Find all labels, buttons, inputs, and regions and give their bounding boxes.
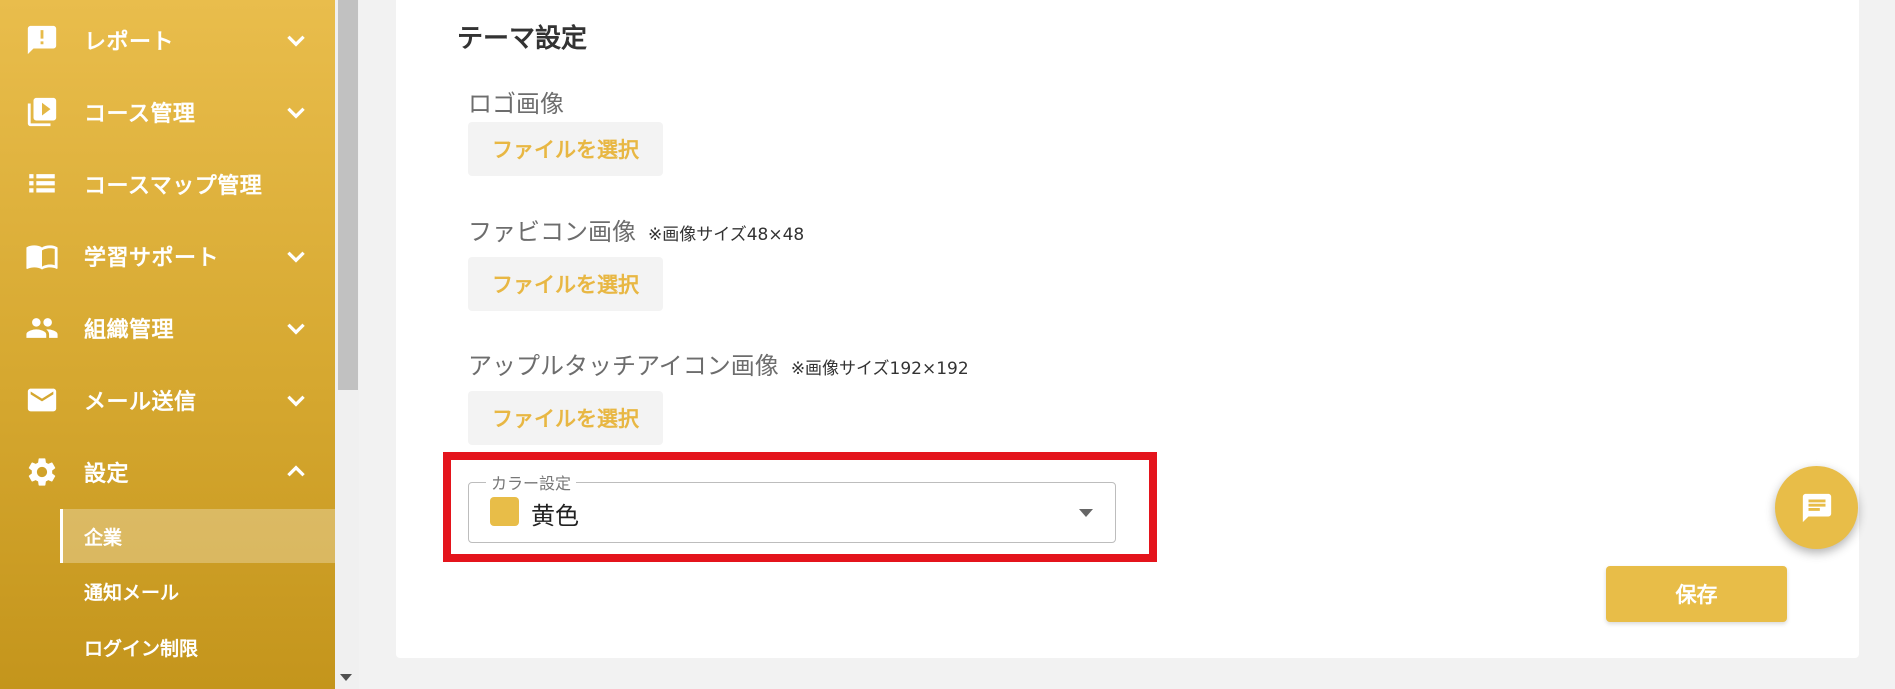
- mail-icon: [24, 382, 60, 418]
- chevron-down-icon: [283, 99, 309, 125]
- chevron-down-icon: [283, 315, 309, 341]
- favicon-label: ファビコン画像 ※画像サイズ48×48: [468, 212, 804, 247]
- chat-button[interactable]: [1775, 466, 1858, 549]
- logo-label: ロゴ画像: [468, 84, 564, 119]
- report-icon: [24, 22, 60, 58]
- sidebar-item-settings[interactable]: 設定: [0, 447, 335, 497]
- favicon-file-button[interactable]: ファイルを選択: [468, 257, 663, 311]
- color-select-value: 黄色: [531, 502, 579, 530]
- chevron-down-icon: [283, 27, 309, 53]
- dropdown-arrow-icon[interactable]: [1079, 509, 1093, 517]
- touch-icon-size-note: ※画像サイズ192×192: [790, 359, 969, 379]
- sidebar-item-label: コースマップ管理: [84, 174, 263, 199]
- chevron-up-icon: [283, 459, 309, 485]
- book-icon: [24, 238, 60, 274]
- sidebar-subitem-notification-mail[interactable]: 通知メール: [60, 564, 335, 618]
- sidebar-item-course[interactable]: コース管理: [0, 87, 335, 137]
- sidebar: レポート コース管理 コースマップ管理 学習サポート 組織管理 メール送信 設定…: [0, 0, 335, 689]
- play-library-icon: [24, 94, 60, 130]
- list-icon: [24, 166, 60, 202]
- touch-icon-label: アップルタッチアイコン画像 ※画像サイズ192×192: [468, 346, 969, 381]
- sidebar-subitem-login-restriction[interactable]: ログイン制限: [60, 620, 335, 674]
- sidebar-item-label: レポート: [84, 30, 175, 55]
- chevron-down-icon: [283, 387, 309, 413]
- sidebar-item-label: メール送信: [84, 390, 197, 415]
- section-title: テーマ設定: [457, 24, 588, 54]
- people-icon: [24, 310, 60, 346]
- save-button[interactable]: 保存: [1606, 566, 1787, 622]
- sidebar-item-learning-support[interactable]: 学習サポート: [0, 231, 335, 281]
- touch-icon-file-button[interactable]: ファイルを選択: [468, 391, 663, 445]
- sidebar-item-coursemap[interactable]: コースマップ管理: [0, 159, 335, 209]
- scroll-down-arrow-icon[interactable]: [340, 674, 352, 681]
- logo-file-button[interactable]: ファイルを選択: [468, 122, 663, 176]
- sidebar-item-label: コース管理: [84, 102, 196, 127]
- gear-icon: [24, 454, 60, 490]
- sidebar-item-organization[interactable]: 組織管理: [0, 303, 335, 353]
- color-select-label: カラー設定: [486, 470, 577, 494]
- logo-label-text: ロゴ画像: [468, 90, 564, 118]
- chat-icon: [1802, 493, 1831, 522]
- sidebar-item-mail[interactable]: メール送信: [0, 375, 335, 425]
- scrollbar-thumb[interactable]: [338, 0, 358, 390]
- sidebar-subitem-company[interactable]: 企業: [60, 509, 335, 563]
- favicon-size-note: ※画像サイズ48×48: [648, 225, 805, 245]
- color-swatch: [490, 497, 519, 526]
- touch-icon-label-text: アップルタッチアイコン画像: [468, 352, 779, 380]
- sidebar-item-label: 組織管理: [84, 318, 175, 343]
- favicon-label-text: ファビコン画像: [468, 218, 636, 246]
- sidebar-item-label: 設定: [84, 462, 130, 487]
- sidebar-item-label: 学習サポート: [84, 246, 220, 271]
- chevron-down-icon: [283, 243, 309, 269]
- sidebar-item-report[interactable]: レポート: [0, 15, 335, 65]
